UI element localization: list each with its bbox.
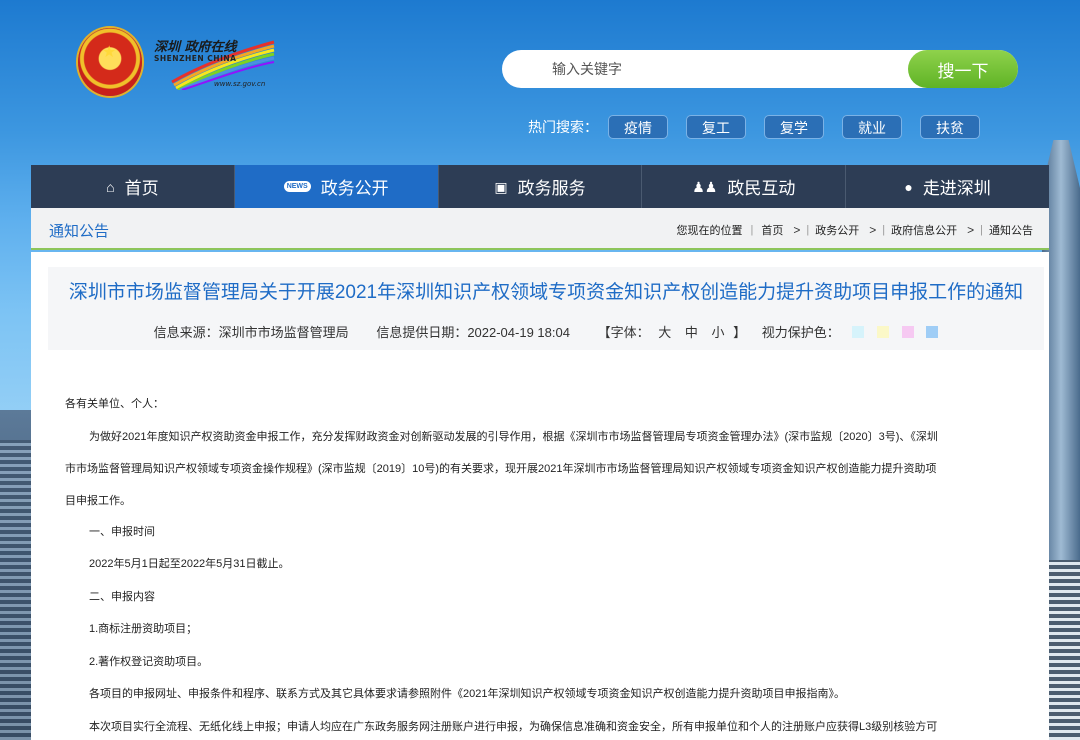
people-icon: ♟♟ — [692, 178, 718, 195]
logo-chinese-text: 深圳 政府在线 — [154, 40, 237, 55]
hot-search-label: 热门搜索： — [528, 119, 598, 135]
search-box: 搜一下 — [502, 50, 1018, 88]
paragraph: 2.著作权登记资助项目。 — [89, 655, 209, 668]
font-size-label: 【字体： — [597, 325, 650, 340]
nav-government-services[interactable]: ▣ 政务服务 — [439, 165, 643, 208]
eye-protection-label: 视力保护色： — [761, 325, 840, 340]
paragraph: 2022年5月1日起至2022年5月31日截止。 — [89, 558, 290, 570]
article-header: 深圳市市场监督管理局关于开展2021年深圳知识产权领域专项资金知识产权创造能力提… — [48, 267, 1044, 350]
hot-tag-resume-school[interactable]: 复学 — [764, 115, 824, 139]
main-nav: ⌂ 首页 NEWS 政务公开 ▣ 政务服务 ♟♟ 政民互动 ● 走进深圳 — [31, 165, 1049, 208]
breadcrumb-info-disclosure[interactable]: 政府信息公开 — [891, 222, 957, 238]
nav-about-shenzhen[interactable]: ● 走进深圳 — [846, 165, 1049, 208]
font-size-control: 【字体： 大 中 小 】 — [598, 325, 750, 340]
breadcrumb-divider: | — [750, 224, 754, 236]
paragraph: 市市场监督管理局知识产权领域专项资金操作规程》(深市监规〔2019〕10号)的有… — [65, 463, 937, 475]
paragraph: 为做好2021年度知识产权资助资金申报工作，充分发挥财政资金对创新驱动发展的引导… — [89, 430, 938, 443]
breadcrumb-arrow: > — [967, 223, 975, 237]
logo-english-text: SHENZHEN CHINA — [154, 54, 237, 63]
article-date: 信息提供日期：2022-04-19 18:04 — [376, 325, 570, 340]
article-meta: 信息来源：深圳市市场监督管理局 信息提供日期：2022-04-19 18:04 … — [48, 322, 1044, 341]
hot-tag-epidemic[interactable]: 疫情 — [608, 115, 668, 139]
nav-public-interaction[interactable]: ♟♟ 政民互动 — [642, 165, 847, 208]
font-size-medium[interactable]: 中 — [685, 325, 698, 340]
article-content: 深圳市市场监督管理局关于开展2021年深圳知识产权领域专项资金知识产权创造能力提… — [31, 252, 1049, 740]
search-button[interactable]: 搜一下 — [908, 50, 1018, 88]
breadcrumb-prefix: 您现在的位置 — [676, 225, 743, 237]
article-source: 信息来源：深圳市市场监督管理局 — [153, 325, 349, 340]
national-emblem-icon[interactable]: ★ — [78, 28, 142, 96]
hot-tag-poverty-relief[interactable]: 扶贫 — [920, 115, 980, 139]
article-title: 深圳市市场监督管理局关于开展2021年深圳知识产权领域专项资金知识产权创造能力提… — [68, 282, 1024, 303]
color-swatch-cyan[interactable] — [852, 326, 865, 338]
hot-tag-resume-work[interactable]: 复工 — [686, 115, 746, 139]
section-title[interactable]: 通知公告 — [49, 220, 109, 241]
nav-label: 政务服务 — [517, 179, 586, 198]
nav-label: 政民互动 — [727, 179, 796, 198]
breadcrumb: 您现在的位置 | 首页 > | 政务公开 > | 政府信息公开 > | 通知公告 — [677, 222, 1033, 238]
breadcrumb-notices[interactable]: 通知公告 — [989, 222, 1033, 238]
hot-search: 热门搜索： 疫情 复工 复学 就业 扶贫 — [528, 115, 998, 139]
breadcrumb-government-affairs[interactable]: 政务公开 — [815, 222, 859, 238]
color-swatch-blue[interactable] — [926, 326, 939, 338]
breadcrumb-divider: | — [882, 224, 886, 236]
nav-label: 首页 — [124, 179, 159, 198]
paragraph: 各有关单位、个人： — [65, 398, 164, 410]
monitor-icon: ▣ — [494, 178, 508, 195]
color-swatch-pink[interactable] — [901, 326, 914, 338]
article-body: 各有关单位、个人： 为做好2021年度知识产权资助资金申报工作，充分发挥财政资金… — [65, 388, 1027, 740]
search-input[interactable] — [552, 50, 892, 88]
paragraph: 一、申报时间 — [89, 525, 155, 538]
nav-government-affairs[interactable]: NEWS 政务公开 — [234, 165, 439, 208]
breadcrumb-divider: | — [806, 224, 810, 236]
nav-label: 政务公开 — [320, 179, 389, 198]
hot-tag-employment[interactable]: 就业 — [842, 115, 902, 139]
nav-home[interactable]: ⌂ 首页 — [31, 165, 235, 208]
paragraph: 目申报工作。 — [65, 494, 131, 507]
breadcrumb-divider: | — [980, 224, 983, 236]
news-icon: NEWS — [283, 181, 311, 192]
nav-label: 走进深圳 — [922, 179, 991, 198]
logo-url-text: www.sz.gov.cn — [214, 80, 266, 88]
paragraph: 各项目的申报网址、申报条件和程序、联系方式及其它具体要求请参照附件《2021年深… — [89, 688, 845, 700]
font-size-end: 】 — [733, 325, 747, 340]
color-swatch-yellow[interactable] — [877, 326, 890, 338]
site-header: ★ 深圳 政府在线 SHENZHEN CHINA www.sz.gov.cn 搜… — [0, 0, 1080, 165]
paragraph: 二、申报内容 — [89, 590, 155, 603]
breadcrumb-arrow: > — [793, 223, 801, 237]
breadcrumb-bar: 通知公告 您现在的位置 | 首页 > | 政务公开 > | 政府信息公开 > |… — [31, 208, 1049, 250]
font-size-large[interactable]: 大 — [658, 325, 671, 340]
paragraph: 1.商标注册资助项目； — [89, 623, 198, 635]
eye-protection-control: 视力保护色： — [762, 325, 939, 340]
breadcrumb-home[interactable]: 首页 — [761, 222, 783, 238]
info-icon: ● — [904, 178, 913, 195]
breadcrumb-arrow: > — [869, 223, 877, 237]
font-size-small[interactable]: 小 — [712, 325, 725, 340]
shenzhen-logo[interactable]: 深圳 政府在线 SHENZHEN CHINA www.sz.gov.cn — [152, 36, 277, 94]
paragraph: 本次项目实行全流程、无纸化线上申报；申请人均应在广东政务服务网注册账户进行申报，… — [89, 720, 938, 733]
home-icon: ⌂ — [106, 178, 115, 195]
